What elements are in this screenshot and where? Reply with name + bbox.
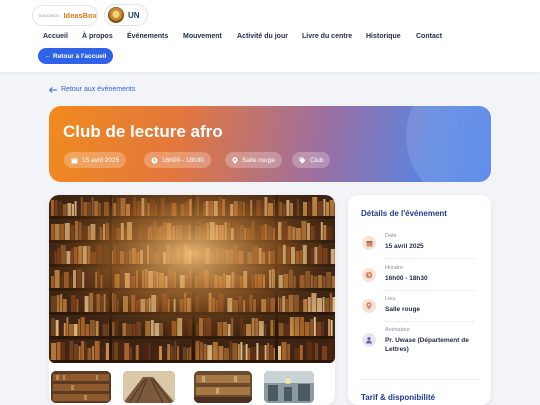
- top-bar: IDEASBOX IdeasBox UN Accueil À propos Év…: [0, 0, 540, 72]
- back-home-button[interactable]: ← Retour à l'accueil: [38, 48, 113, 64]
- location-icon: [362, 299, 376, 313]
- divider: [361, 379, 479, 380]
- date-chip-label: 15 avril 2025: [82, 156, 120, 164]
- divider: [385, 290, 475, 291]
- nav-item-a-propos[interactable]: À propos: [82, 33, 113, 40]
- clock-icon: [362, 268, 376, 282]
- decorative-circle: [406, 106, 491, 182]
- detail-value: Salle rouge: [385, 306, 421, 313]
- tag-chip-label: Club: [310, 156, 324, 164]
- ideasbox-logo-text: IdeasBox: [63, 11, 97, 20]
- nav-item-activite[interactable]: Activité du jour: [237, 33, 288, 40]
- date-chip: 15 avril 2025: [64, 152, 127, 168]
- clock-icon: [151, 157, 158, 163]
- nav-item-historique[interactable]: Historique: [366, 33, 401, 40]
- gallery-thumbnail-3[interactable]: [194, 371, 252, 403]
- back-to-events-link[interactable]: Retour aux événements: [49, 86, 135, 93]
- detail-label: Date: [385, 233, 397, 239]
- divider: [385, 321, 475, 322]
- nav-item-mouvement[interactable]: Mouvement: [183, 33, 222, 40]
- gallery-thumbnail-4[interactable]: [264, 371, 314, 403]
- calendar-icon: [71, 157, 78, 163]
- gallery-thumbnail-2[interactable]: [123, 371, 175, 403]
- gallery-thumbnail-1[interactable]: [51, 371, 111, 403]
- thumbnail-image: [51, 371, 111, 403]
- event-gallery: [49, 195, 335, 405]
- tag-icon: [299, 157, 306, 163]
- ideasbox-logo-small: IDEASBOX: [39, 13, 60, 18]
- un-logo-text: UN: [128, 10, 140, 20]
- detail-value: 16h00 - 18h30: [385, 275, 428, 282]
- event-details-card: Détails de l'événement Date 15 avril 202…: [348, 195, 491, 405]
- thumbnail-image: [123, 371, 175, 403]
- place-chip-label: Salle rouge: [242, 156, 275, 164]
- back-to-events-label: Retour aux événements: [61, 86, 136, 93]
- nav-item-contact[interactable]: Contact: [416, 33, 442, 40]
- detail-label: Animateur: [385, 327, 411, 333]
- main-nav: Accueil À propos Événements Mouvement Ac…: [0, 33, 540, 43]
- arrow-left-icon: [49, 86, 57, 93]
- tarif-heading: Tarif & disponibilité: [361, 393, 436, 402]
- nav-item-evenements[interactable]: Événements: [127, 33, 168, 40]
- place-chip: Salle rouge: [225, 152, 282, 168]
- thumbnail-image: [194, 371, 252, 403]
- event-title: Club de lecture afro: [63, 122, 223, 141]
- details-heading: Détails de l'événement: [361, 209, 447, 218]
- detail-label: Horaire: [385, 265, 404, 271]
- un-logo[interactable]: UN: [104, 4, 148, 26]
- event-hero: Club de lecture afro 15 avril 2025 16h00…: [49, 106, 491, 182]
- thumbnail-image: [264, 371, 314, 403]
- time-chip: 16h00 - 18h30: [144, 152, 211, 168]
- detail-value: 15 avril 2025: [385, 243, 424, 250]
- tag-chip: Club: [292, 152, 331, 168]
- ideasbox-logo[interactable]: IDEASBOX IdeasBox: [32, 5, 98, 26]
- nav-item-livre[interactable]: Livre du centre: [302, 33, 352, 40]
- person-icon: [362, 333, 376, 347]
- divider: [385, 258, 475, 259]
- calendar-icon: [362, 236, 376, 250]
- time-chip-label: 16h00 - 18h30: [162, 156, 204, 164]
- bookshelf-image: [49, 195, 335, 363]
- location-icon: [232, 156, 238, 164]
- seal-icon: [108, 7, 124, 23]
- detail-value: Pr. Uwase (Département de Lettres): [385, 337, 469, 353]
- detail-label: Lieu: [385, 296, 396, 302]
- nav-item-accueil[interactable]: Accueil: [43, 33, 68, 40]
- main-photo[interactable]: [49, 195, 335, 363]
